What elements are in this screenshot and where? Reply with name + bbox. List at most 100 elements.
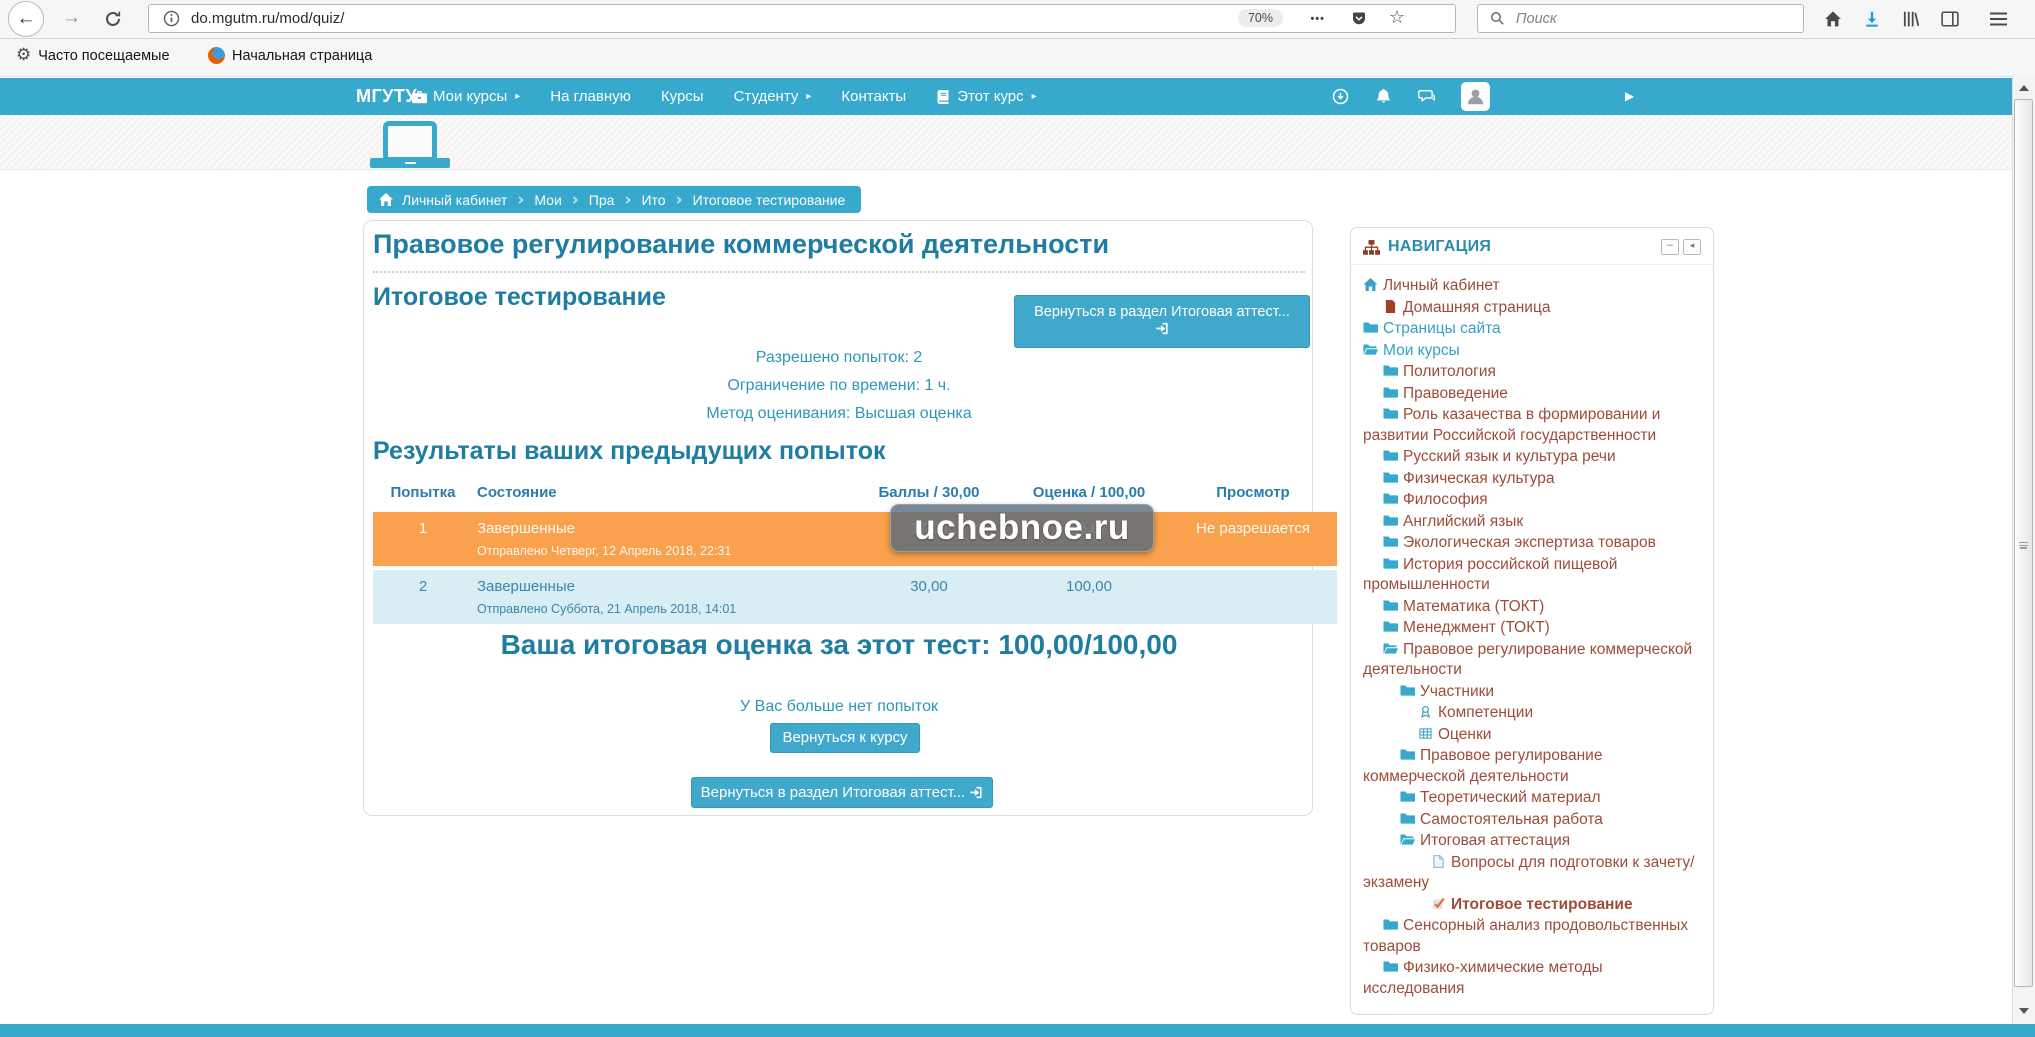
nav-tree-label: Английский язык: [1403, 513, 1523, 530]
site-info-icon[interactable]: [163, 10, 180, 27]
scrollbar-thumb[interactable]: [2014, 99, 2033, 987]
nav-tree-item[interactable]: Правовое регулирование коммерческой деят…: [1363, 746, 1701, 787]
nav-item-на-главную[interactable]: На главную: [550, 88, 631, 105]
breadcrumb-item[interactable]: Ито: [641, 192, 665, 208]
nav-tree-label: Правовое регулирование коммерческой деят…: [1363, 641, 1692, 679]
nav-item-курсы[interactable]: Курсы: [661, 88, 704, 105]
nav-tree-item[interactable]: Правовое регулирование коммерческой деят…: [1363, 640, 1701, 681]
page-actions-icon[interactable]: •••: [1310, 13, 1325, 25]
pocket-icon[interactable]: [1351, 11, 1367, 27]
back-to-section-button-bottom[interactable]: Вернуться в раздел Итоговая аттест...: [691, 777, 993, 808]
attempts-table: ПопыткаСостояниеБаллы / 30,00Оценка / 10…: [373, 475, 1337, 628]
quiz-title: Итоговое тестирование: [373, 283, 666, 312]
menu-icon[interactable]: [1990, 18, 2007, 20]
nav-item-студенту[interactable]: Студенту▸: [734, 88, 812, 105]
notifications-icon[interactable]: [1375, 88, 1392, 105]
folder-icon: [1383, 449, 1398, 462]
nav-tree-item[interactable]: Физическая культура: [1363, 469, 1701, 490]
nav-tree-item[interactable]: Правоведение: [1363, 384, 1701, 405]
breadcrumb-item[interactable]: Мои: [534, 192, 561, 208]
back-to-section-button-top[interactable]: Вернуться в раздел Итоговая аттест...: [1014, 295, 1310, 348]
folder-icon: [1383, 960, 1398, 973]
submitted-date: Отправлено Суббота, 21 Апрель 2018, 14:0…: [477, 602, 845, 616]
nav-tree-item[interactable]: Философия: [1363, 490, 1701, 511]
nav-tree-item[interactable]: Русский язык и культура речи: [1363, 447, 1701, 468]
home-icon: [1363, 278, 1378, 291]
nav-tree-item[interactable]: Участники: [1363, 682, 1701, 703]
vertical-scrollbar[interactable]: [2012, 76, 2035, 1024]
back-to-course-button[interactable]: Вернуться к курсу: [770, 723, 920, 753]
nav-tree-item[interactable]: Итоговое тестирование: [1363, 895, 1701, 916]
nav-tree-item[interactable]: Математика (ТОКТ): [1363, 597, 1701, 618]
nav-tree-item[interactable]: Английский язык: [1363, 512, 1701, 533]
submitted-date: Отправлено Четверг, 12 Апрель 2018, 22:3…: [477, 544, 845, 558]
no-more-attempts-text: У Вас больше нет попыток: [364, 698, 1314, 716]
browser-toolbar: ← → do.mgutm.ru/mod/quiz/ 70% ••• ☆ Поис…: [0, 0, 2035, 39]
nav-item-контакты[interactable]: Контакты: [841, 88, 906, 105]
chevron-right-icon: ▸: [515, 91, 520, 102]
reload-button[interactable]: [104, 10, 122, 28]
nav-tree-item[interactable]: Мои курсы: [1363, 341, 1701, 362]
updates-icon[interactable]: [1332, 88, 1349, 105]
messages-icon[interactable]: [1418, 88, 1435, 105]
nav-tree-item[interactable]: Политология: [1363, 362, 1701, 383]
nav-tree-item[interactable]: Вопросы для подготовки к зачету/экзамену: [1363, 853, 1701, 894]
sidebar-toggle-icon[interactable]: [1941, 10, 1959, 28]
nav-tree-item[interactable]: Итоговая аттестация: [1363, 831, 1701, 852]
scroll-up-arrow[interactable]: [2013, 78, 2035, 97]
search-bar[interactable]: Поиск: [1477, 4, 1804, 33]
nav-tree-item[interactable]: Сенсорный анализ продовольственных товар…: [1363, 916, 1701, 957]
nav-tree-item[interactable]: Личный кабинет: [1363, 276, 1701, 297]
chevron-right-icon: ▸: [1032, 91, 1037, 102]
nav-tree-item[interactable]: Самостоятельная работа: [1363, 810, 1701, 831]
avatar[interactable]: [1461, 82, 1490, 111]
collapse-block-icon[interactable]: −: [1661, 239, 1679, 255]
nav-tree-item[interactable]: Менеджмент (ТОКТ): [1363, 618, 1701, 639]
nav-tree-item[interactable]: Оценки: [1363, 725, 1701, 746]
nav-tree-label: Страницы сайта: [1383, 320, 1501, 337]
home-button[interactable]: [1824, 10, 1842, 28]
breadcrumb-item[interactable]: Пра: [589, 192, 615, 208]
laptop-icon[interactable]: [383, 121, 437, 162]
nav-tree-item[interactable]: Страницы сайта: [1363, 319, 1701, 340]
site-navbar: МГУТУ Мои курсы▸ На главную Курсы Студенту▸…: [0, 78, 2013, 115]
nav-tree-item[interactable]: Домашняя страница: [1363, 298, 1701, 319]
back-button[interactable]: ←: [8, 1, 44, 37]
scroll-down-arrow[interactable]: [2013, 1001, 2035, 1020]
zoom-indicator[interactable]: 70%: [1238, 9, 1283, 27]
nav-tree-item[interactable]: Компетенции: [1363, 703, 1701, 724]
quiz-info-timelimit: Ограничение по времени: 1 ч.: [364, 377, 1314, 395]
forward-button[interactable]: →: [62, 7, 81, 29]
navigation-title: НАВИГАЦИЯ: [1388, 238, 1491, 256]
folder-open-icon: [1383, 642, 1398, 655]
folder-icon: [1383, 620, 1398, 633]
navbar-expand-caret-icon[interactable]: ▶: [1625, 89, 1634, 103]
nav-tree-label: Участники: [1420, 683, 1494, 700]
url-text[interactable]: do.mgutm.ru/mod/quiz/: [191, 10, 344, 27]
bookmark-star-icon[interactable]: ☆: [1389, 7, 1405, 28]
nav-item-мои-курсы[interactable]: Мои курсы▸: [412, 88, 520, 105]
page-title: Правовое регулирование коммерческой деят…: [373, 229, 1305, 260]
folder-icon: [1363, 321, 1378, 334]
bookmark-start-page[interactable]: Начальная страница: [208, 47, 372, 64]
nav-item-этот-курс[interactable]: Этот курс▸: [936, 88, 1036, 105]
nav-item-label: Курсы: [661, 88, 704, 105]
bookmarks-bar: ⚙ Часто посещаемые Начальная страница: [0, 39, 2035, 77]
nav-tree-item[interactable]: Теоретический материал: [1363, 788, 1701, 809]
firefox-icon: [208, 47, 225, 64]
bookmark-label: Часто посещаемые: [38, 48, 169, 64]
library-icon[interactable]: [1902, 10, 1920, 28]
nav-tree-item[interactable]: Экологическая экспертиза товаров: [1363, 533, 1701, 554]
nav-tree-label: Теоретический материал: [1420, 789, 1601, 806]
watermark: uchebnoe.ru: [890, 504, 1154, 552]
download-icon[interactable]: [1863, 10, 1881, 28]
nav-tree-item[interactable]: Роль казачества в формировании и развити…: [1363, 405, 1701, 446]
bookmark-frequently-visited[interactable]: ⚙ Часто посещаемые: [16, 47, 170, 64]
breadcrumb-item[interactable]: Личный кабинет: [402, 192, 507, 208]
brand-logo[interactable]: МГУТУ: [356, 86, 417, 107]
nav-tree-item[interactable]: Физико-химические методы исследования: [1363, 958, 1701, 999]
url-bar[interactable]: do.mgutm.ru/mod/quiz/ 70% ••• ☆: [148, 4, 1456, 33]
nav-tree-label: Вопросы для подготовки к зачету/экзамену: [1363, 854, 1694, 892]
nav-tree-item[interactable]: История российской пищевой промышленност…: [1363, 555, 1701, 596]
dock-block-icon[interactable]: ◂: [1683, 239, 1701, 255]
